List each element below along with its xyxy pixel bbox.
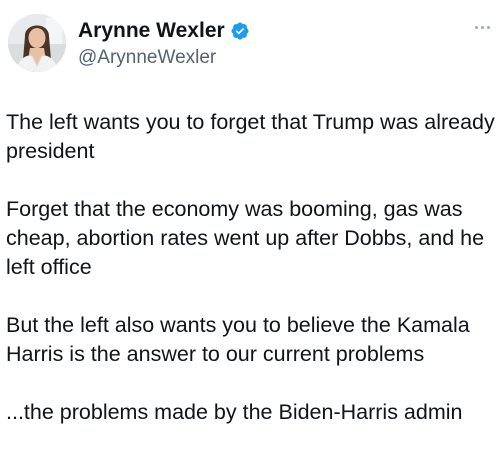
tweet-card: Arynne Wexler @ArynneWexler The left wan…	[0, 0, 500, 466]
more-dot	[481, 26, 484, 29]
more-options-icon[interactable]	[475, 26, 490, 29]
tweet-text: The left wants you to forget that Trump …	[6, 108, 496, 427]
author-display-name[interactable]: Arynne Wexler	[78, 18, 225, 44]
author-name-row: Arynne Wexler	[78, 18, 250, 44]
tweet-paragraph: The left wants you to forget that Trump …	[6, 110, 495, 163]
profile-photo-icon	[8, 14, 66, 72]
tweet-paragraph: But the left also wants you to believe t…	[6, 313, 470, 366]
author-handle[interactable]: @ArynneWexler	[78, 46, 216, 70]
more-dot	[475, 26, 478, 29]
tweet-paragraph: ...the problems made by the Biden-Harris…	[6, 400, 463, 424]
more-dot	[487, 26, 490, 29]
avatar[interactable]	[8, 14, 66, 72]
verified-badge-icon	[230, 21, 250, 41]
tweet-paragraph: Forget that the economy was booming, gas…	[6, 197, 485, 279]
